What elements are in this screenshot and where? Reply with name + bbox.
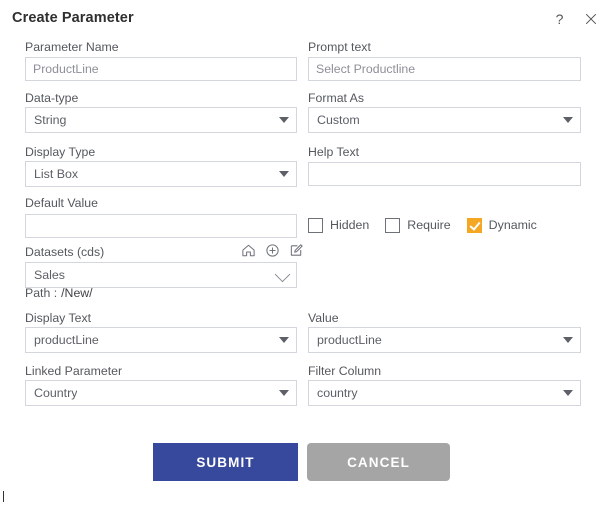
linked-parameter-label: Linked Parameter <box>25 364 123 378</box>
format-as-select[interactable]: Custom <box>308 107 581 133</box>
dialog-header: Create Parameter ? <box>0 0 613 38</box>
display-type-label: Display Type <box>25 145 96 159</box>
dataset-icon-toolbar <box>241 243 304 258</box>
edit-pencil-icon[interactable] <box>289 243 304 258</box>
filter-column-label: Filter Column <box>308 364 382 378</box>
value-select[interactable]: productLine <box>308 327 581 353</box>
checkbox-checked-icon <box>466 217 482 233</box>
prompt-text-label: Prompt text <box>308 40 371 54</box>
default-value-label: Default Value <box>25 196 98 210</box>
data-type-select[interactable]: String <box>25 107 297 133</box>
display-type-select[interactable]: List Box <box>25 161 297 187</box>
value-label: Value <box>308 311 339 325</box>
text-caret <box>3 491 4 502</box>
chevron-down-icon <box>563 337 573 343</box>
cancel-button[interactable]: CANCEL <box>307 443 450 481</box>
options-checkbox-row: Hidden Require Dynamic <box>308 214 553 236</box>
require-checkbox[interactable]: Require <box>385 217 451 233</box>
linked-parameter-value: Country <box>34 386 78 400</box>
prompt-text-input[interactable]: Select Productline <box>308 57 581 81</box>
datasets-select[interactable]: Sales <box>25 262 297 288</box>
dynamic-checkbox-label: Dynamic <box>488 218 537 232</box>
parameter-name-label: Parameter Name <box>25 40 119 54</box>
chevron-down-icon <box>279 171 289 177</box>
format-as-label: Format As <box>308 91 365 105</box>
value-value: productLine <box>317 333 382 347</box>
close-x-icon <box>585 13 597 25</box>
home-icon[interactable] <box>241 243 256 258</box>
datasets-value: Sales <box>34 268 65 282</box>
display-text-label: Display Text <box>25 311 92 325</box>
chevron-down-icon <box>279 117 289 123</box>
parameter-name-input[interactable]: ProductLine <box>25 57 297 81</box>
svg-text:?: ? <box>555 12 563 27</box>
question-mark-icon: ? <box>555 12 563 27</box>
data-type-label: Data-type <box>25 91 79 105</box>
filter-column-select[interactable]: country <box>308 380 581 406</box>
data-type-value: String <box>34 113 67 127</box>
display-text-select[interactable]: productLine <box>25 327 297 353</box>
default-value-input[interactable] <box>25 214 297 238</box>
dataset-path: Path :/New/ <box>25 286 93 300</box>
hidden-checkbox-label: Hidden <box>330 218 370 232</box>
help-text-label: Help Text <box>308 145 360 159</box>
close-icon[interactable] <box>580 8 602 30</box>
hidden-checkbox[interactable]: Hidden <box>308 217 370 233</box>
plus-circle-icon[interactable] <box>265 243 280 258</box>
checkbox-box-icon <box>308 217 323 233</box>
help-icon[interactable]: ? <box>548 8 570 30</box>
format-as-value: Custom <box>317 113 360 127</box>
filter-column-value: country <box>317 386 358 400</box>
display-type-value: List Box <box>34 167 79 181</box>
display-text-value: productLine <box>34 333 99 347</box>
datasets-label: Datasets (cds) <box>25 245 105 259</box>
submit-button[interactable]: SUBMIT <box>153 443 298 481</box>
chevron-down-icon <box>279 390 289 396</box>
page-title: Create Parameter <box>12 10 134 26</box>
chevron-down-icon <box>563 117 573 123</box>
chevron-down-icon <box>274 266 291 283</box>
linked-parameter-select[interactable]: Country <box>25 380 297 406</box>
dynamic-checkbox[interactable]: Dynamic <box>466 217 537 233</box>
require-checkbox-label: Require <box>407 218 451 232</box>
help-text-input[interactable] <box>308 162 581 186</box>
chevron-down-icon <box>563 390 573 396</box>
checkbox-box-icon <box>385 217 401 233</box>
chevron-down-icon <box>279 337 289 343</box>
dataset-path-label: Path : <box>25 286 58 300</box>
dataset-path-value: /New/ <box>61 286 93 300</box>
